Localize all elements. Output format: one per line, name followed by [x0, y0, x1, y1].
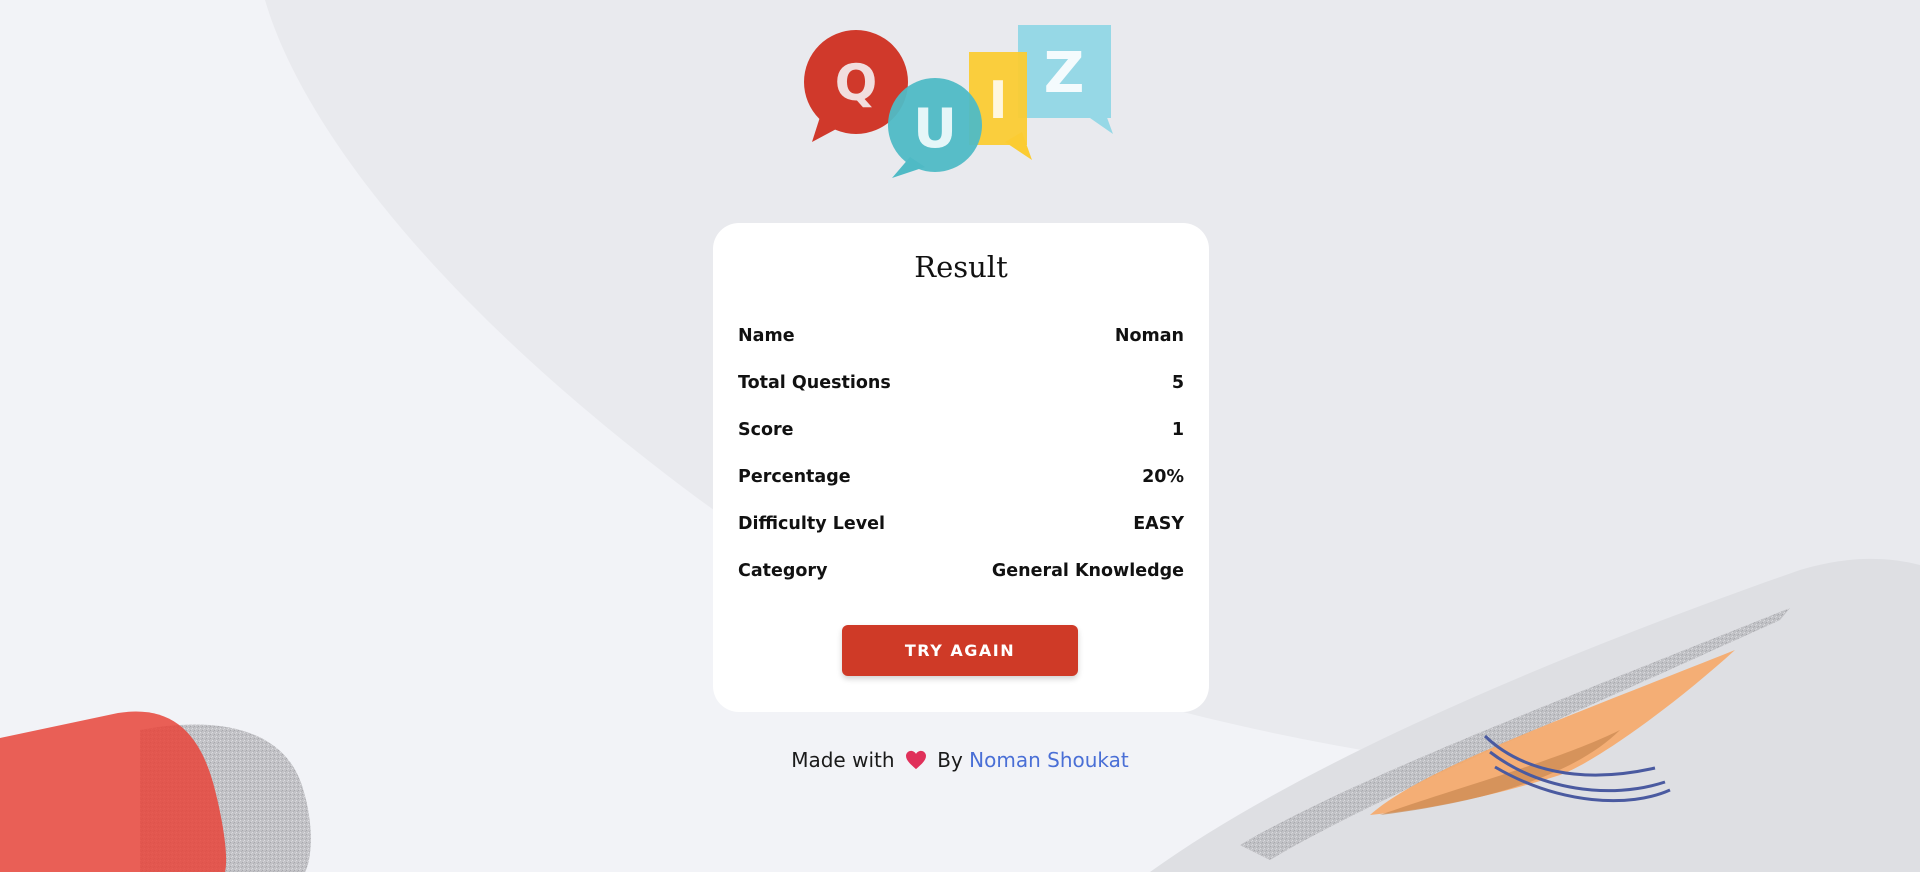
result-label: Total Questions — [738, 372, 891, 393]
logo-u-bubble: U — [888, 78, 982, 178]
logo-i-bubble: I — [969, 52, 1032, 160]
logo-z-bubble: Z — [1018, 25, 1113, 134]
footer-by: By — [937, 748, 963, 772]
logo-letter-z: Z — [1044, 41, 1085, 106]
logo-letter-q: Q — [835, 54, 878, 112]
result-card: Result Name Noman Total Questions 5 Scor… — [713, 223, 1209, 712]
heart-icon — [905, 750, 927, 775]
result-value: EASY — [1133, 513, 1184, 534]
result-row-difficulty: Difficulty Level EASY — [738, 500, 1184, 547]
logo-letter-i: I — [988, 71, 1007, 131]
result-value: 5 — [1171, 372, 1184, 393]
footer: Made with By Noman Shoukat — [0, 748, 1920, 775]
quiz-logo: Q Z I U — [804, 25, 1113, 178]
result-rows: Name Noman Total Questions 5 Score 1 Per… — [738, 312, 1184, 594]
author-link[interactable]: Noman Shoukat — [969, 748, 1129, 772]
result-label: Percentage — [738, 466, 851, 487]
result-value: General Knowledge — [991, 560, 1184, 581]
result-row-name: Name Noman — [738, 312, 1184, 359]
result-value: 1 — [1171, 419, 1184, 440]
result-label: Category — [738, 560, 828, 581]
result-row-percentage: Percentage 20% — [738, 453, 1184, 500]
result-label: Score — [738, 419, 794, 440]
footer-made-with: Made with — [791, 748, 895, 772]
try-again-button[interactable]: TRY AGAIN — [842, 625, 1078, 676]
result-row-score: Score 1 — [738, 406, 1184, 453]
result-label: Name — [738, 325, 795, 346]
result-label: Difficulty Level — [738, 513, 886, 534]
result-row-total-questions: Total Questions 5 — [738, 359, 1184, 406]
logo-letter-u: U — [913, 97, 957, 160]
result-value: Noman — [1114, 325, 1184, 346]
result-value: 20% — [1142, 466, 1184, 487]
result-title: Result — [914, 250, 1008, 284]
result-row-category: Category General Knowledge — [738, 547, 1184, 594]
